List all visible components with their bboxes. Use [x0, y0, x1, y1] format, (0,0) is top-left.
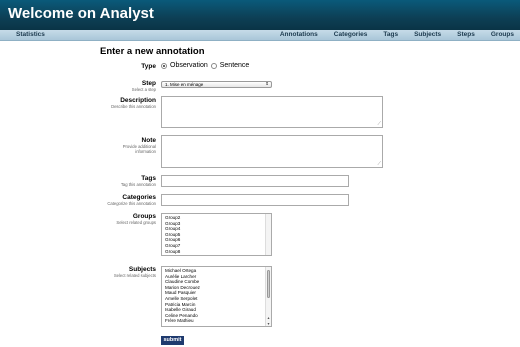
- form-title: Enter a new annotation: [100, 46, 205, 57]
- subjects-label: Subjects Select related subjects: [113, 266, 156, 278]
- nav-item-categories[interactable]: Categories: [334, 31, 368, 38]
- description-label: Description Describe this annotation: [111, 97, 156, 109]
- description-textarea[interactable]: ⟋: [161, 96, 383, 128]
- observation-radio-label: Observation: [170, 62, 208, 69]
- scroll-down-icon[interactable]: ▾: [266, 321, 271, 326]
- note-textarea[interactable]: ⟋: [161, 135, 383, 168]
- tags-label: Tags Tag this annotation: [120, 175, 156, 187]
- step-select[interactable]: 1. Mise en ménage ⇕: [161, 81, 272, 88]
- sentence-radio[interactable]: [210, 62, 217, 69]
- nav-item-annotations[interactable]: Annotations: [280, 31, 318, 38]
- type-radio-group: Observation Sentence: [161, 62, 249, 69]
- type-label: Type: [141, 63, 156, 70]
- nav-item-statistics[interactable]: Statistics: [16, 31, 45, 38]
- step-select-value: 1. Mise en ménage: [165, 82, 204, 87]
- tags-input[interactable]: [161, 175, 349, 187]
- note-label: Note Provide additional information: [122, 137, 156, 154]
- list-item[interactable]: Frère Mathieu: [165, 318, 268, 324]
- scroll-up-icon[interactable]: ▴: [266, 315, 271, 320]
- submit-button[interactable]: submit: [161, 336, 184, 345]
- observation-radio[interactable]: [161, 62, 167, 69]
- list-item[interactable]: Group8: [165, 249, 268, 255]
- step-label: Step Select a step: [131, 80, 156, 92]
- nav-item-steps[interactable]: Steps: [457, 31, 475, 38]
- groups-scrollbar[interactable]: [265, 214, 271, 255]
- groups-listbox[interactable]: Group2 Group3 Group4 Group5 Group6 Group…: [161, 213, 272, 256]
- sentence-radio-label: Sentence: [219, 62, 250, 69]
- subjects-listbox[interactable]: Michael Ortega Aurélie Larcher Claudine …: [161, 266, 272, 327]
- scrollbar-thumb[interactable]: [267, 270, 270, 298]
- categories-input[interactable]: [161, 194, 349, 206]
- nav-item-tags[interactable]: Tags: [383, 31, 398, 38]
- nav-item-subjects[interactable]: Subjects: [414, 31, 441, 38]
- nav-item-groups[interactable]: Groups: [491, 31, 514, 38]
- app-title: Welcome on Analyst: [8, 5, 154, 22]
- categories-label: Categories Categorize this annotation: [107, 194, 156, 206]
- nav-menu: Annotations Categories Tags Subjects Ste…: [264, 31, 514, 38]
- select-arrows-icon: ⇕: [265, 81, 269, 86]
- resize-grip-icon[interactable]: ⟋: [377, 161, 381, 167]
- subjects-scrollbar[interactable]: ▴ ▾: [265, 267, 271, 326]
- app-header: Welcome on Analyst: [0, 0, 520, 30]
- resize-grip-icon[interactable]: ⟋: [377, 121, 381, 127]
- groups-label: Groups Select related groups: [116, 213, 156, 225]
- nav-bar: Statistics Annotations Categories Tags S…: [0, 30, 520, 41]
